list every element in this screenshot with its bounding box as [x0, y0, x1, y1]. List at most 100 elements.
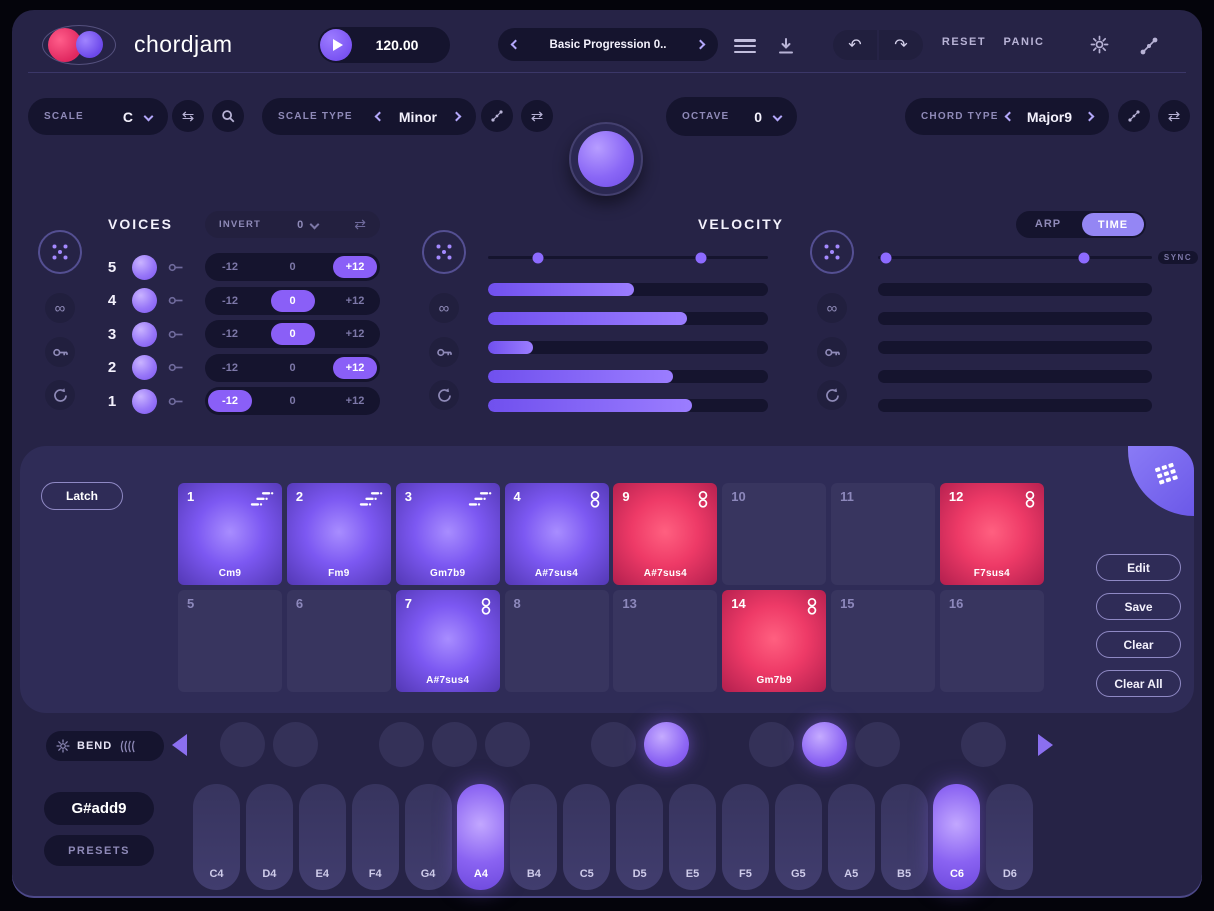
menu-icon[interactable]: [734, 39, 756, 53]
pad[interactable]: 11: [831, 483, 935, 585]
pad[interactable]: 3Gm7b9: [396, 483, 500, 585]
offset-option[interactable]: +12: [333, 256, 377, 278]
white-key[interactable]: A5: [828, 784, 875, 890]
slider-handle[interactable]: [695, 252, 706, 263]
scale-search-button[interactable]: [212, 100, 244, 132]
preset-selector[interactable]: Basic Progression 0..: [498, 28, 718, 61]
black-key[interactable]: [432, 722, 477, 767]
pad[interactable]: 8: [505, 590, 609, 692]
time-lock-key-button[interactable]: [817, 337, 847, 367]
download-icon[interactable]: [776, 36, 796, 61]
scale-type-randomize-button[interactable]: [481, 100, 513, 132]
voice-link-icon[interactable]: [167, 395, 185, 408]
save-button[interactable]: Save: [1096, 593, 1181, 620]
scale-swap-button[interactable]: ⇆: [172, 100, 204, 132]
white-key[interactable]: G5: [775, 784, 822, 890]
voice-offset-selector[interactable]: -12 0 +12: [205, 253, 380, 281]
velocity-lock-key-button[interactable]: [429, 337, 459, 367]
white-key[interactable]: D6: [986, 784, 1033, 890]
invert-shuffle-icon[interactable]: ⇄: [354, 216, 366, 233]
slider-handle[interactable]: [881, 252, 892, 263]
latch-button[interactable]: Latch: [41, 482, 123, 510]
voice-toggle[interactable]: [132, 322, 157, 347]
white-key[interactable]: C5: [563, 784, 610, 890]
pad[interactable]: 2Fm9: [287, 483, 391, 585]
time-infinity-button[interactable]: ∞: [817, 293, 847, 323]
velocity-bar[interactable]: [488, 399, 768, 412]
offset-option[interactable]: -12: [208, 390, 252, 412]
white-key[interactable]: A4: [457, 784, 504, 890]
offset-option[interactable]: +12: [333, 357, 377, 379]
voice-offset-selector[interactable]: -12 0 +12: [205, 387, 380, 415]
offset-option[interactable]: -12: [208, 256, 252, 278]
scale-type-shuffle-button[interactable]: ⇄: [521, 100, 553, 132]
white-key[interactable]: F4: [352, 784, 399, 890]
patch-nodes-icon[interactable]: [1139, 36, 1159, 61]
pad[interactable]: 6: [287, 590, 391, 692]
velocity-bar[interactable]: [488, 283, 768, 296]
chord-type-next-icon[interactable]: [1085, 112, 1095, 122]
clear-all-button[interactable]: Clear All: [1096, 670, 1181, 697]
time-tab[interactable]: TIME: [1082, 213, 1144, 236]
white-key[interactable]: B5: [881, 784, 928, 890]
black-key[interactable]: [591, 722, 636, 767]
voices-infinity-button[interactable]: ∞: [45, 293, 75, 323]
black-key[interactable]: [802, 722, 847, 767]
black-key[interactable]: [220, 722, 265, 767]
slider-handle[interactable]: [533, 252, 544, 263]
white-key[interactable]: D4: [246, 784, 293, 890]
time-bar[interactable]: [878, 370, 1152, 383]
offset-option[interactable]: 0: [271, 323, 315, 345]
voice-link-icon[interactable]: [167, 294, 185, 307]
offset-option[interactable]: 0: [271, 390, 315, 412]
pad[interactable]: 1Cm9: [178, 483, 282, 585]
white-key[interactable]: F5: [722, 784, 769, 890]
offset-option[interactable]: +12: [333, 323, 377, 345]
scale-select[interactable]: SCALE C: [28, 98, 168, 135]
velocity-randomize-button[interactable]: [422, 230, 466, 274]
white-key[interactable]: E5: [669, 784, 716, 890]
velocity-loop-button[interactable]: [429, 380, 459, 410]
bend-control[interactable]: BEND: [46, 731, 164, 761]
offset-option[interactable]: +12: [333, 290, 377, 312]
velocity-bar[interactable]: [488, 312, 768, 325]
chord-type-prev-icon[interactable]: [1004, 112, 1014, 122]
white-key[interactable]: C6: [933, 784, 980, 890]
voices-randomize-button[interactable]: [38, 230, 82, 274]
velocity-bar[interactable]: [488, 370, 768, 383]
black-key[interactable]: [644, 722, 689, 767]
time-bar[interactable]: [878, 399, 1152, 412]
voice-link-icon[interactable]: [167, 261, 185, 274]
pad[interactable]: 15: [831, 590, 935, 692]
time-randomize-button[interactable]: [810, 230, 854, 274]
voice-toggle[interactable]: [132, 255, 157, 280]
pad[interactable]: 5: [178, 590, 282, 692]
chord-type-shuffle-button[interactable]: ⇄: [1158, 100, 1190, 132]
black-key[interactable]: [273, 722, 318, 767]
clear-button[interactable]: Clear: [1096, 631, 1181, 658]
voices-lock-key-button[interactable]: [45, 337, 75, 367]
white-key[interactable]: D5: [616, 784, 663, 890]
voice-offset-selector[interactable]: -12 0 +12: [205, 320, 380, 348]
chord-type-randomize-button[interactable]: [1118, 100, 1150, 132]
main-morph-knob[interactable]: [569, 122, 643, 196]
voices-loop-button[interactable]: [45, 380, 75, 410]
arp-tab[interactable]: ARP: [1016, 211, 1080, 238]
keyboard-scroll-left-arrow[interactable]: [172, 734, 187, 756]
velocity-infinity-button[interactable]: ∞: [429, 293, 459, 323]
offset-option[interactable]: 0: [271, 256, 315, 278]
keyboard-scroll-right-arrow[interactable]: [1038, 734, 1053, 756]
offset-option[interactable]: -12: [208, 290, 252, 312]
time-bar[interactable]: [878, 283, 1152, 296]
time-range-slider[interactable]: [878, 256, 1152, 259]
voice-offset-selector[interactable]: -12 0 +12: [205, 287, 380, 315]
undo-button[interactable]: ↶: [833, 30, 877, 60]
white-key[interactable]: B4: [510, 784, 557, 890]
velocity-range-slider[interactable]: [488, 256, 768, 259]
voice-offset-selector[interactable]: -12 0 +12: [205, 354, 380, 382]
scale-type-select[interactable]: SCALE TYPE Minor: [262, 98, 476, 135]
chord-type-select[interactable]: CHORD TYPE Major9: [905, 98, 1109, 135]
offset-option[interactable]: -12: [208, 357, 252, 379]
offset-option[interactable]: +12: [333, 390, 377, 412]
time-loop-button[interactable]: [817, 380, 847, 410]
